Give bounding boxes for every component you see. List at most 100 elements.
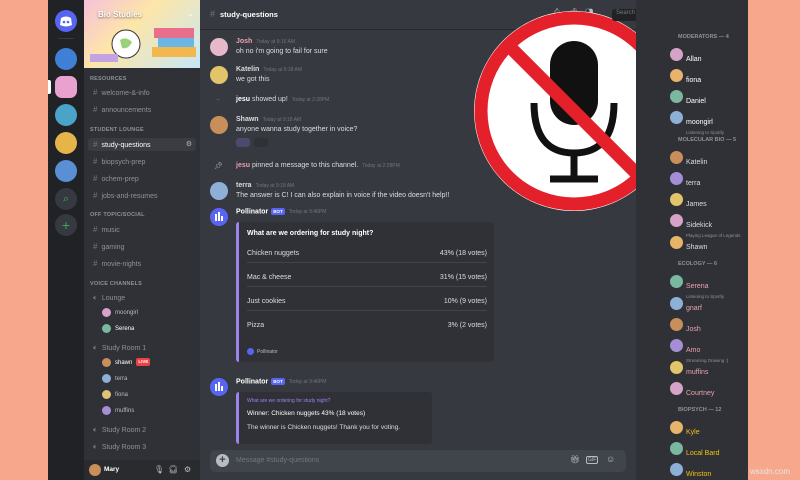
category-social[interactable]: OFF TOPIC/SOCIAL (90, 212, 145, 218)
avatar[interactable] (210, 208, 228, 226)
member-name: Daniel (686, 98, 706, 105)
emoji-icon[interactable]: ☺ (606, 454, 615, 464)
result-reference[interactable]: What are we ordering for study night? (247, 398, 330, 404)
reaction[interactable] (254, 138, 268, 147)
avatar (670, 236, 683, 249)
voice-lounge[interactable]: 🔈︎ Lounge (88, 291, 196, 304)
member-item[interactable]: terra (670, 172, 700, 190)
voice-study-room-3[interactable]: 🔈︎ Study Room 3 (88, 440, 196, 453)
explore-icon[interactable]: ⌕ (55, 188, 77, 210)
server-icon-active[interactable] (55, 76, 77, 98)
message-author[interactable]: Shawn Today at 9:18 AM (236, 116, 301, 123)
chevron-down-icon[interactable]: ⌄ (186, 8, 194, 19)
poll-option[interactable]: Chicken nuggets 43% (18 votes) (247, 250, 487, 257)
member-item[interactable]: Katelin (670, 151, 708, 169)
voice-user[interactable]: moongirl (102, 307, 138, 319)
channel-study-questions[interactable]: # study-questions ⚙ (88, 138, 196, 151)
channel-movie-nights[interactable]: # movie-nights (88, 257, 196, 270)
hash-icon: # (93, 105, 98, 114)
avatar[interactable] (89, 464, 101, 476)
member-item[interactable]: Kyle (670, 421, 700, 439)
member-item[interactable]: Serena Listening to Spotify (670, 275, 724, 299)
user-panel: Mary 🎙︎ 🎧︎ ⚙ (84, 460, 200, 480)
voice-user[interactable]: terra (102, 373, 127, 385)
channel-ochem-prep[interactable]: # ochem-prep (88, 172, 196, 185)
channel-music[interactable]: # music (88, 223, 196, 236)
voice-user[interactable]: shawn LIVE (102, 357, 151, 369)
avatar (670, 69, 683, 82)
channel-jobs[interactable]: # jobs-and-resumes (88, 189, 196, 202)
message-author[interactable]: terra Today at 9:18 AM (236, 182, 294, 189)
voice-user[interactable]: muffins (102, 405, 134, 417)
gear-icon[interactable]: ⚙ (184, 465, 191, 474)
member-item[interactable]: gnarf (670, 297, 702, 315)
reaction[interactable] (236, 138, 250, 147)
voice-user[interactable]: fiona (102, 389, 128, 401)
member-name: Katelin (686, 159, 708, 166)
channel-welcome[interactable]: # welcome-&-info (88, 86, 196, 99)
add-server-icon[interactable]: + (55, 214, 77, 236)
mic-icon[interactable]: 🎙︎ (154, 465, 164, 474)
discord-icon[interactable] (55, 10, 77, 32)
member-item[interactable]: muffins (670, 361, 708, 379)
message-author[interactable]: Pollinator BOT Today at 9:46PM (236, 208, 326, 215)
poll-option[interactable]: Just cookies 10% (9 votes) (247, 298, 487, 305)
member-item[interactable]: fiona (670, 69, 702, 87)
member-item[interactable]: Amo Streaming Drawing :) (670, 339, 728, 363)
avatar[interactable] (210, 116, 228, 134)
member-item[interactable]: Local Bard (670, 442, 719, 460)
gift-icon[interactable]: 🎁︎ (570, 455, 580, 464)
member-list: MODERATORS — 4 Allan fiona Daniel moongirl Li… (636, 0, 748, 480)
member-item[interactable]: Daniel (670, 90, 706, 108)
message-text: we got this (236, 76, 270, 83)
channel-biopsych-prep[interactable]: # biopsych-prep (88, 155, 196, 168)
avatar[interactable] (210, 378, 228, 396)
poll-option[interactable]: Mac & cheese 31% (15 votes) (247, 274, 487, 281)
hash-icon: # (93, 259, 98, 268)
member-item[interactable]: Sidekick Playing League of Legends (670, 214, 741, 238)
voice-study-room-2[interactable]: 🔈︎ Study Room 2 (88, 423, 196, 436)
headphones-icon[interactable]: 🎧︎ (168, 465, 178, 474)
avatar (670, 151, 683, 164)
server-icon[interactable] (55, 132, 77, 154)
poll-embed: What are we ordering for study night? Ch… (236, 222, 494, 362)
voice-study-room-1[interactable]: 🔈︎ Study Room 1 (88, 341, 196, 354)
member-item[interactable]: moongirl Listening to Spotify (670, 111, 724, 135)
member-item[interactable]: Courtney (670, 382, 714, 400)
category-resources[interactable]: RESOURCES (90, 76, 127, 82)
member-item[interactable]: Allan (670, 48, 702, 66)
voice-user[interactable]: Serena (102, 323, 134, 335)
member-item[interactable]: Winston (670, 463, 711, 480)
avatar (670, 172, 683, 185)
poll-option[interactable]: Pizza 3% (2 votes) (247, 322, 487, 329)
member-item[interactable]: James (670, 193, 707, 211)
avatar[interactable] (210, 38, 228, 56)
message-author[interactable]: Pollinator BOT Today at 9:46PM (236, 378, 326, 385)
server-icon[interactable] (55, 48, 77, 70)
member-item[interactable]: Josh (670, 318, 701, 336)
channel-announcements[interactable]: # announcements (88, 103, 196, 116)
avatar (102, 357, 111, 367)
member-name: fiona (686, 77, 702, 84)
gif-icon[interactable]: GIF (586, 456, 599, 464)
server-icon[interactable] (55, 104, 77, 126)
channel-gaming[interactable]: # gaming (88, 240, 196, 253)
category-student-lounge[interactable]: STUDENT LOUNGE (90, 127, 144, 133)
server-name[interactable]: Bio Studies (98, 10, 142, 19)
message-author[interactable]: Katelin Today at 9:18 AM (236, 66, 302, 73)
avatar (670, 382, 683, 395)
avatar[interactable] (210, 66, 228, 84)
member-name: Allan (686, 56, 702, 63)
avatar (102, 389, 111, 399)
avatar[interactable] (210, 182, 228, 200)
server-icon[interactable] (55, 160, 77, 182)
speaker-icon: 🔈︎ (93, 293, 98, 302)
plus-icon[interactable]: + (216, 454, 229, 467)
category-voice[interactable]: VOICE CHANNELS (90, 281, 142, 287)
member-item[interactable]: Shawn (670, 236, 707, 254)
server-list: ⌕ + (48, 0, 84, 480)
message-input[interactable]: + Message #study-questions 🎁︎ GIF ☺ (210, 450, 626, 472)
gear-icon[interactable]: ⚙ (186, 138, 192, 151)
message-author[interactable]: Josh Today at 9:16 AM (236, 38, 295, 45)
hash-icon: # (93, 88, 98, 97)
